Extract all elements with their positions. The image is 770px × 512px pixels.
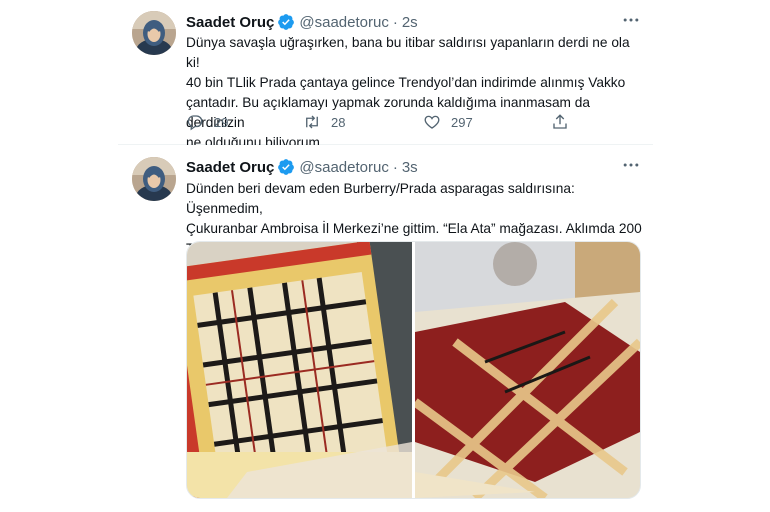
verified-badge-icon bbox=[277, 158, 295, 176]
tweet-actions: 29 28 297 bbox=[186, 113, 606, 135]
verified-badge-icon bbox=[277, 13, 295, 31]
timeline: Saadet Oruç @saadetoruc · 2s Dünya savaş… bbox=[0, 0, 770, 512]
more-dots-icon[interactable] bbox=[621, 155, 641, 175]
like-button[interactable]: 297 bbox=[423, 113, 473, 131]
retweet-count: 28 bbox=[331, 114, 346, 130]
media-grid bbox=[186, 241, 641, 499]
heart-icon bbox=[424, 115, 440, 129]
timestamp[interactable]: 2s bbox=[402, 14, 418, 31]
tweet-text: Dünya savaşla uğraşırken, bana bu itibar… bbox=[186, 35, 630, 150]
retweet-button[interactable]: 28 bbox=[303, 113, 345, 131]
avatar[interactable] bbox=[132, 157, 176, 201]
tweet[interactable]: Saadet Oruç @saadetoruc · 2s Dünya savaş… bbox=[118, 0, 653, 150]
author-name[interactable]: Saadet Oruç bbox=[186, 159, 274, 176]
more-dots-icon[interactable] bbox=[621, 10, 641, 30]
like-count: 297 bbox=[451, 114, 473, 130]
author-name[interactable]: Saadet Oruç bbox=[186, 14, 274, 31]
separator-dot: · bbox=[392, 13, 398, 31]
reply-count: 29 bbox=[214, 114, 229, 130]
share-button[interactable] bbox=[551, 113, 579, 131]
retweet-arrows-icon bbox=[306, 115, 318, 129]
author-handle[interactable]: @saadetoruc bbox=[299, 14, 388, 31]
tweet-header: Saadet Oruç @saadetoruc · 2s bbox=[186, 12, 418, 32]
scarf-photo-red-check[interactable] bbox=[415, 242, 640, 498]
reply-bubble-icon bbox=[187, 115, 203, 131]
timestamp[interactable]: 3s bbox=[402, 159, 418, 176]
author-handle[interactable]: @saadetoruc bbox=[299, 159, 388, 176]
share-upload-icon bbox=[553, 114, 567, 129]
scarf-photo-beige-check[interactable] bbox=[187, 242, 415, 498]
avatar[interactable] bbox=[132, 11, 176, 55]
tweet[interactable]: Saadet Oruç @saadetoruc · 3s Dünden beri… bbox=[118, 145, 653, 512]
separator-dot: · bbox=[392, 158, 398, 176]
reply-button[interactable]: 29 bbox=[186, 113, 228, 131]
tweet-header: Saadet Oruç @saadetoruc · 3s bbox=[186, 157, 418, 177]
